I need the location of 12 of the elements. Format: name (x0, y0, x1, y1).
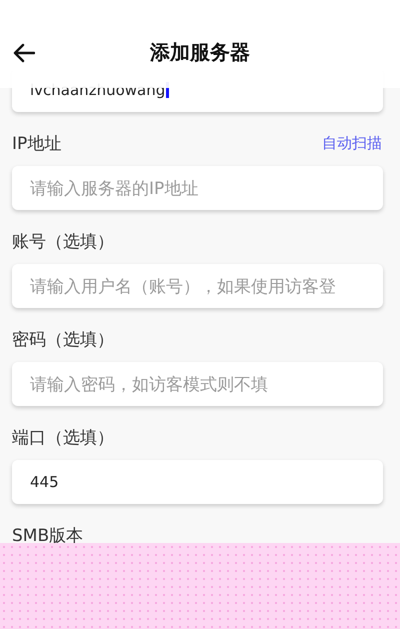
field-label: 密码（选填） (12, 328, 114, 350)
input-field[interactable]: 请输入服务器的IP地址 (12, 166, 383, 210)
field-label: IP地址 (12, 132, 62, 154)
field-label: 账号（选填） (12, 230, 114, 252)
input-field[interactable]: 445 (12, 460, 383, 504)
input-field[interactable]: 请输入用户名（账号），如果使用访客登 (12, 264, 383, 308)
auto-scan-link[interactable]: 自动扫描 (322, 134, 382, 152)
page-title: 添加服务器 (150, 38, 250, 66)
section-label: SMB版本 (12, 524, 84, 546)
back-arrow-icon[interactable] (13, 43, 35, 63)
field-label: 端口（选填） (12, 426, 114, 448)
input-field[interactable]: 请输入密码，如访客模式则不填 (12, 362, 383, 406)
